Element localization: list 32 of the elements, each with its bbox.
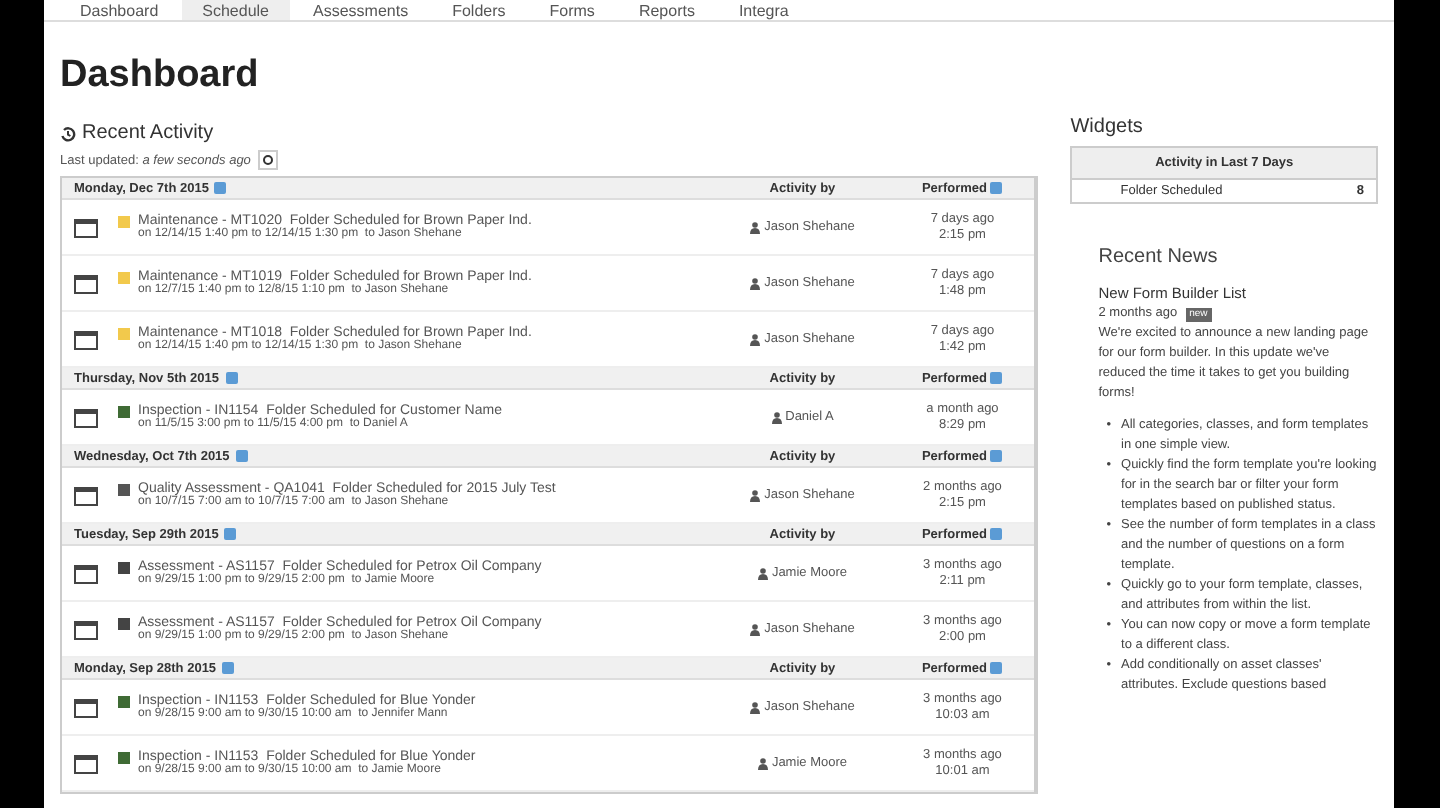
refresh-icon bbox=[262, 154, 275, 166]
nav-tab[interactable]: Integra bbox=[718, 0, 809, 20]
user-icon bbox=[750, 277, 761, 289]
section-title: Recent Activity bbox=[82, 122, 214, 144]
calendar-icon bbox=[74, 619, 98, 639]
user-icon bbox=[757, 567, 768, 579]
calendar-icon bbox=[74, 273, 98, 293]
user-icon bbox=[750, 701, 761, 713]
user-icon bbox=[757, 757, 768, 769]
calendar-icon bbox=[74, 329, 98, 349]
nav-tab[interactable]: Schedule bbox=[182, 0, 289, 20]
nav-tab[interactable]: Folders bbox=[432, 0, 526, 20]
news-title: Recent News bbox=[1098, 248, 1220, 268]
nav-tab[interactable]: Forms bbox=[529, 0, 615, 20]
user-icon bbox=[750, 623, 761, 635]
calendar-icon bbox=[74, 485, 98, 505]
user-icon bbox=[750, 221, 761, 233]
user-icon bbox=[750, 333, 761, 345]
refresh-button[interactable] bbox=[258, 150, 279, 170]
widgets-title: Widgets bbox=[1070, 116, 1145, 138]
history-icon bbox=[60, 125, 76, 141]
user-icon bbox=[771, 411, 782, 423]
nav-tab[interactable]: Assessments bbox=[293, 0, 429, 20]
user-icon bbox=[750, 489, 761, 501]
calendar-icon bbox=[74, 753, 98, 773]
page-title: Dashboard bbox=[60, 54, 261, 98]
calendar-icon bbox=[74, 563, 98, 583]
calendar-icon bbox=[74, 217, 98, 237]
calendar-icon bbox=[74, 697, 98, 717]
nav-tab[interactable]: Reports bbox=[618, 0, 715, 20]
calendar-icon bbox=[74, 407, 98, 427]
nav-tab[interactable]: Dashboard bbox=[60, 0, 179, 20]
